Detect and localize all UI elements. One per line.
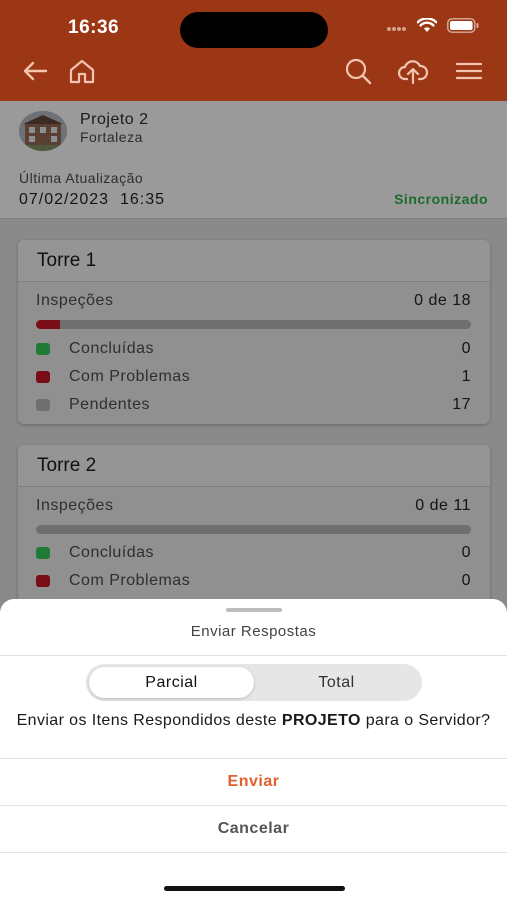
dynamic-island (180, 12, 328, 48)
tower-card[interactable]: Torre 1 Inspeções 0 de 18 Concluídas 0 C… (18, 240, 490, 424)
search-icon[interactable] (343, 56, 373, 86)
legend-pending: Pendentes 17 (36, 395, 471, 415)
home-icon[interactable] (67, 56, 97, 86)
legend-problems: Com Problemas 1 (36, 367, 471, 387)
project-name: Projeto 2 (80, 111, 149, 128)
divider (0, 852, 507, 853)
legend-value: 0 (461, 572, 471, 589)
legend-value: 0 (461, 340, 471, 357)
legend-label: Com Problemas (69, 572, 191, 589)
message-text-end: para o Servidor? (360, 712, 491, 729)
legend-label: Pendentes (69, 396, 151, 413)
legend-value: 17 (452, 396, 471, 413)
legend-label: Concluídas (69, 544, 155, 561)
green-dot-icon (36, 343, 50, 355)
legend-completed: Concluídas 0 (36, 543, 471, 563)
tower-title: Torre 1 (18, 240, 490, 282)
last-update-label: Última Atualização (19, 170, 144, 186)
divider (0, 655, 507, 656)
cancel-button[interactable]: Cancelar (0, 806, 507, 852)
message-text: Enviar os Itens Respondidos deste (16, 712, 282, 729)
segment-total[interactable]: Total (254, 667, 419, 698)
inspections-row: Inspeções 0 de 11 (36, 497, 471, 515)
tower-title: Torre 2 (18, 445, 490, 487)
menu-icon[interactable] (454, 56, 484, 86)
message-emphasis: PROJETO (281, 712, 361, 729)
battery-icon (447, 18, 479, 38)
legend-completed: Concluídas 0 (36, 339, 471, 359)
inspections-progress (36, 320, 471, 329)
inspections-label: Inspeções (36, 497, 114, 514)
sheet-title: Enviar Respostas (190, 623, 317, 640)
last-update-value: 07/02/2023 16:35 (19, 191, 166, 208)
inspections-count: 0 de 18 (414, 292, 471, 309)
inspections-count: 0 de 11 (415, 497, 471, 514)
send-answers-sheet: Enviar Respostas Parcial Total Enviar os… (0, 599, 507, 900)
send-button[interactable]: Enviar (0, 759, 507, 805)
cloud-upload-icon[interactable] (398, 56, 428, 86)
project-thumbnail (19, 111, 67, 151)
home-indicator[interactable] (164, 886, 345, 891)
signal-icon (387, 19, 407, 37)
project-summary: Projeto 2 Fortaleza Última Atualização 0… (0, 101, 507, 219)
send-mode-segmented-control: Parcial Total (86, 664, 422, 701)
legend-value: 1 (461, 368, 471, 385)
legend-value: 0 (461, 544, 471, 561)
inspections-row: Inspeções 0 de 18 (36, 292, 471, 310)
legend-problems: Com Problemas 0 (36, 571, 471, 591)
gray-dot-icon (36, 399, 50, 411)
segment-parcial[interactable]: Parcial (89, 667, 254, 698)
sync-status: Sincronizado (394, 191, 488, 207)
wifi-icon (416, 17, 438, 38)
green-dot-icon (36, 547, 50, 559)
legend-label: Com Problemas (69, 368, 191, 385)
back-arrow-icon[interactable] (20, 56, 50, 86)
legend-label: Concluídas (69, 340, 155, 357)
inspections-progress (36, 525, 471, 534)
red-dot-icon (36, 371, 50, 383)
sheet-grabber[interactable] (226, 608, 282, 612)
project-city: Fortaleza (80, 129, 143, 145)
app-header: 16:36 (0, 0, 507, 101)
inspections-label: Inspeções (36, 292, 114, 309)
confirm-message: Enviar os Itens Respondidos deste PROJET… (16, 711, 491, 731)
red-dot-icon (36, 575, 50, 587)
status-icons (387, 17, 479, 38)
status-time: 16:36 (68, 17, 120, 38)
progress-fill (36, 320, 61, 329)
